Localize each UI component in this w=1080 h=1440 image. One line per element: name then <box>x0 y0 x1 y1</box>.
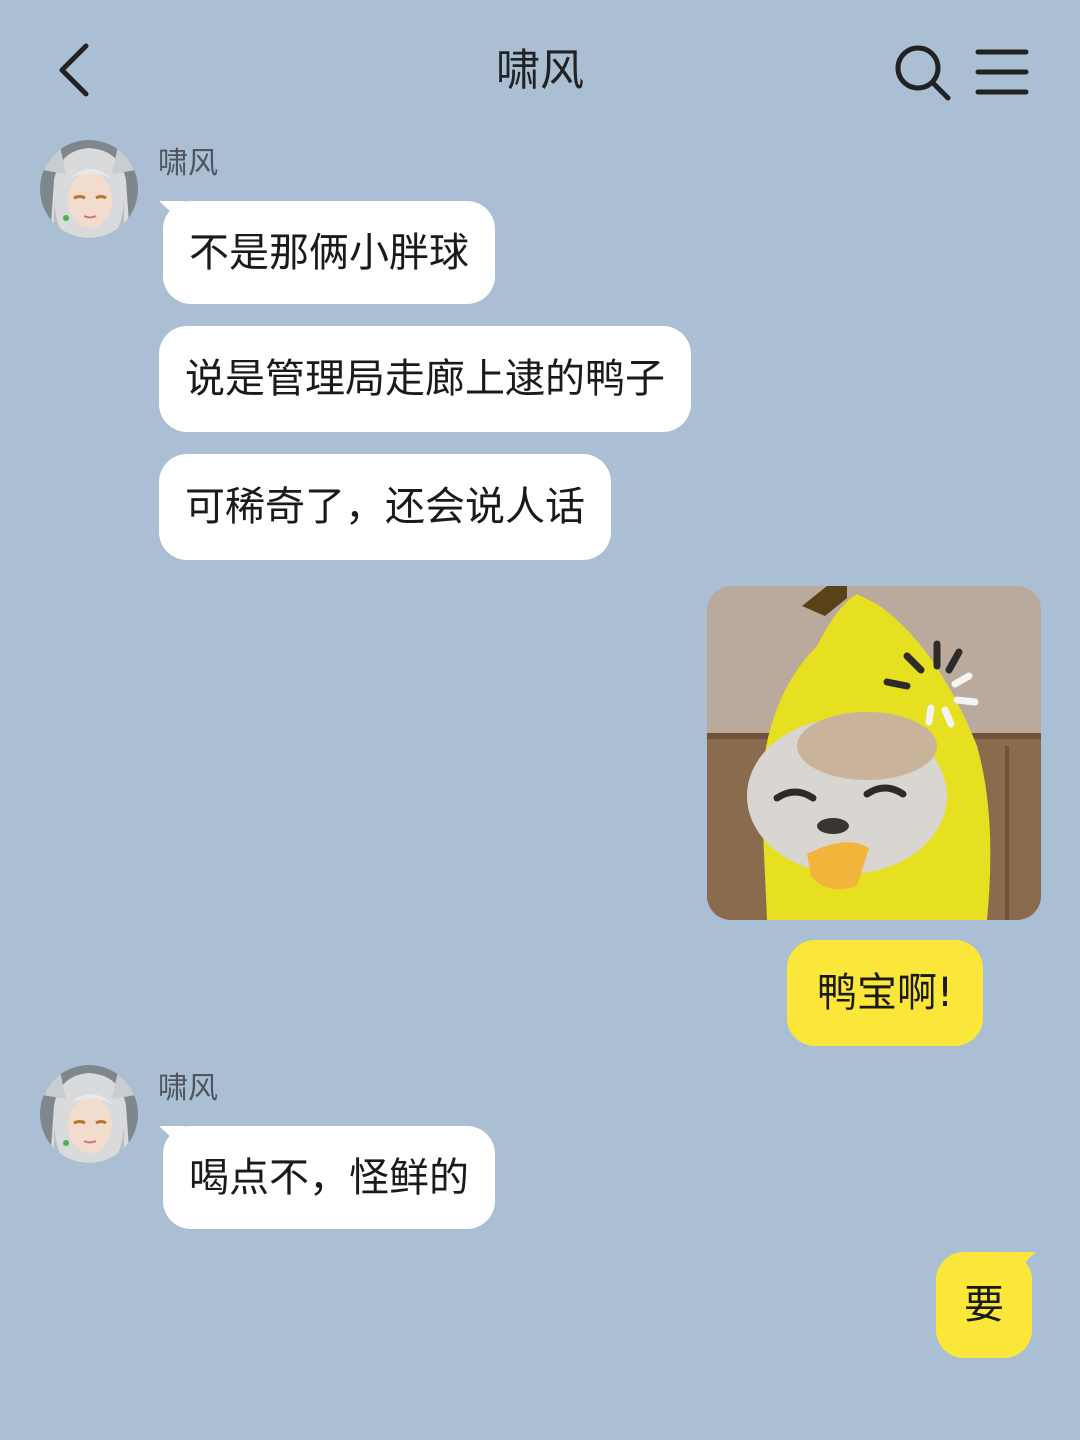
message-text: 不是那俩小胖球 <box>189 229 469 276</box>
message-bubble-outgoing[interactable]: 鸭宝啊! <box>787 940 984 1046</box>
avatar[interactable] <box>40 1065 138 1163</box>
menu-icon <box>975 49 1029 95</box>
avatar[interactable] <box>40 140 138 238</box>
message-bubble-outgoing[interactable]: 要 <box>936 1252 1032 1358</box>
message-bubble-incoming[interactable]: 喝点不，怪鲜的 <box>163 1126 495 1229</box>
search-button[interactable] <box>890 40 954 104</box>
message-text: 可稀奇了，还会说人话 <box>185 484 585 530</box>
message-text: 要 <box>964 1282 1004 1328</box>
banana-cat-image <box>707 586 1041 920</box>
sender-name: 啸风 <box>158 146 218 181</box>
character-portrait <box>40 140 138 238</box>
banana-cat-sticker[interactable] <box>707 586 1041 920</box>
chat-header: 啸风 <box>0 0 1080 140</box>
message-text: 说是管理局走廊上逮的鸭子 <box>185 356 665 402</box>
character-portrait <box>40 1065 138 1163</box>
menu-button[interactable] <box>972 42 1032 102</box>
message-text: 喝点不，怪鲜的 <box>189 1154 469 1201</box>
message-bubble-incoming[interactable]: 说是管理局走廊上逮的鸭子 <box>159 326 691 432</box>
sender-name: 啸风 <box>158 1071 218 1106</box>
search-icon <box>895 45 951 101</box>
message-text: 鸭宝啊! <box>817 970 954 1016</box>
message-bubble-incoming[interactable]: 不是那俩小胖球 <box>163 201 495 304</box>
message-bubble-incoming[interactable]: 可稀奇了，还会说人话 <box>159 454 611 560</box>
